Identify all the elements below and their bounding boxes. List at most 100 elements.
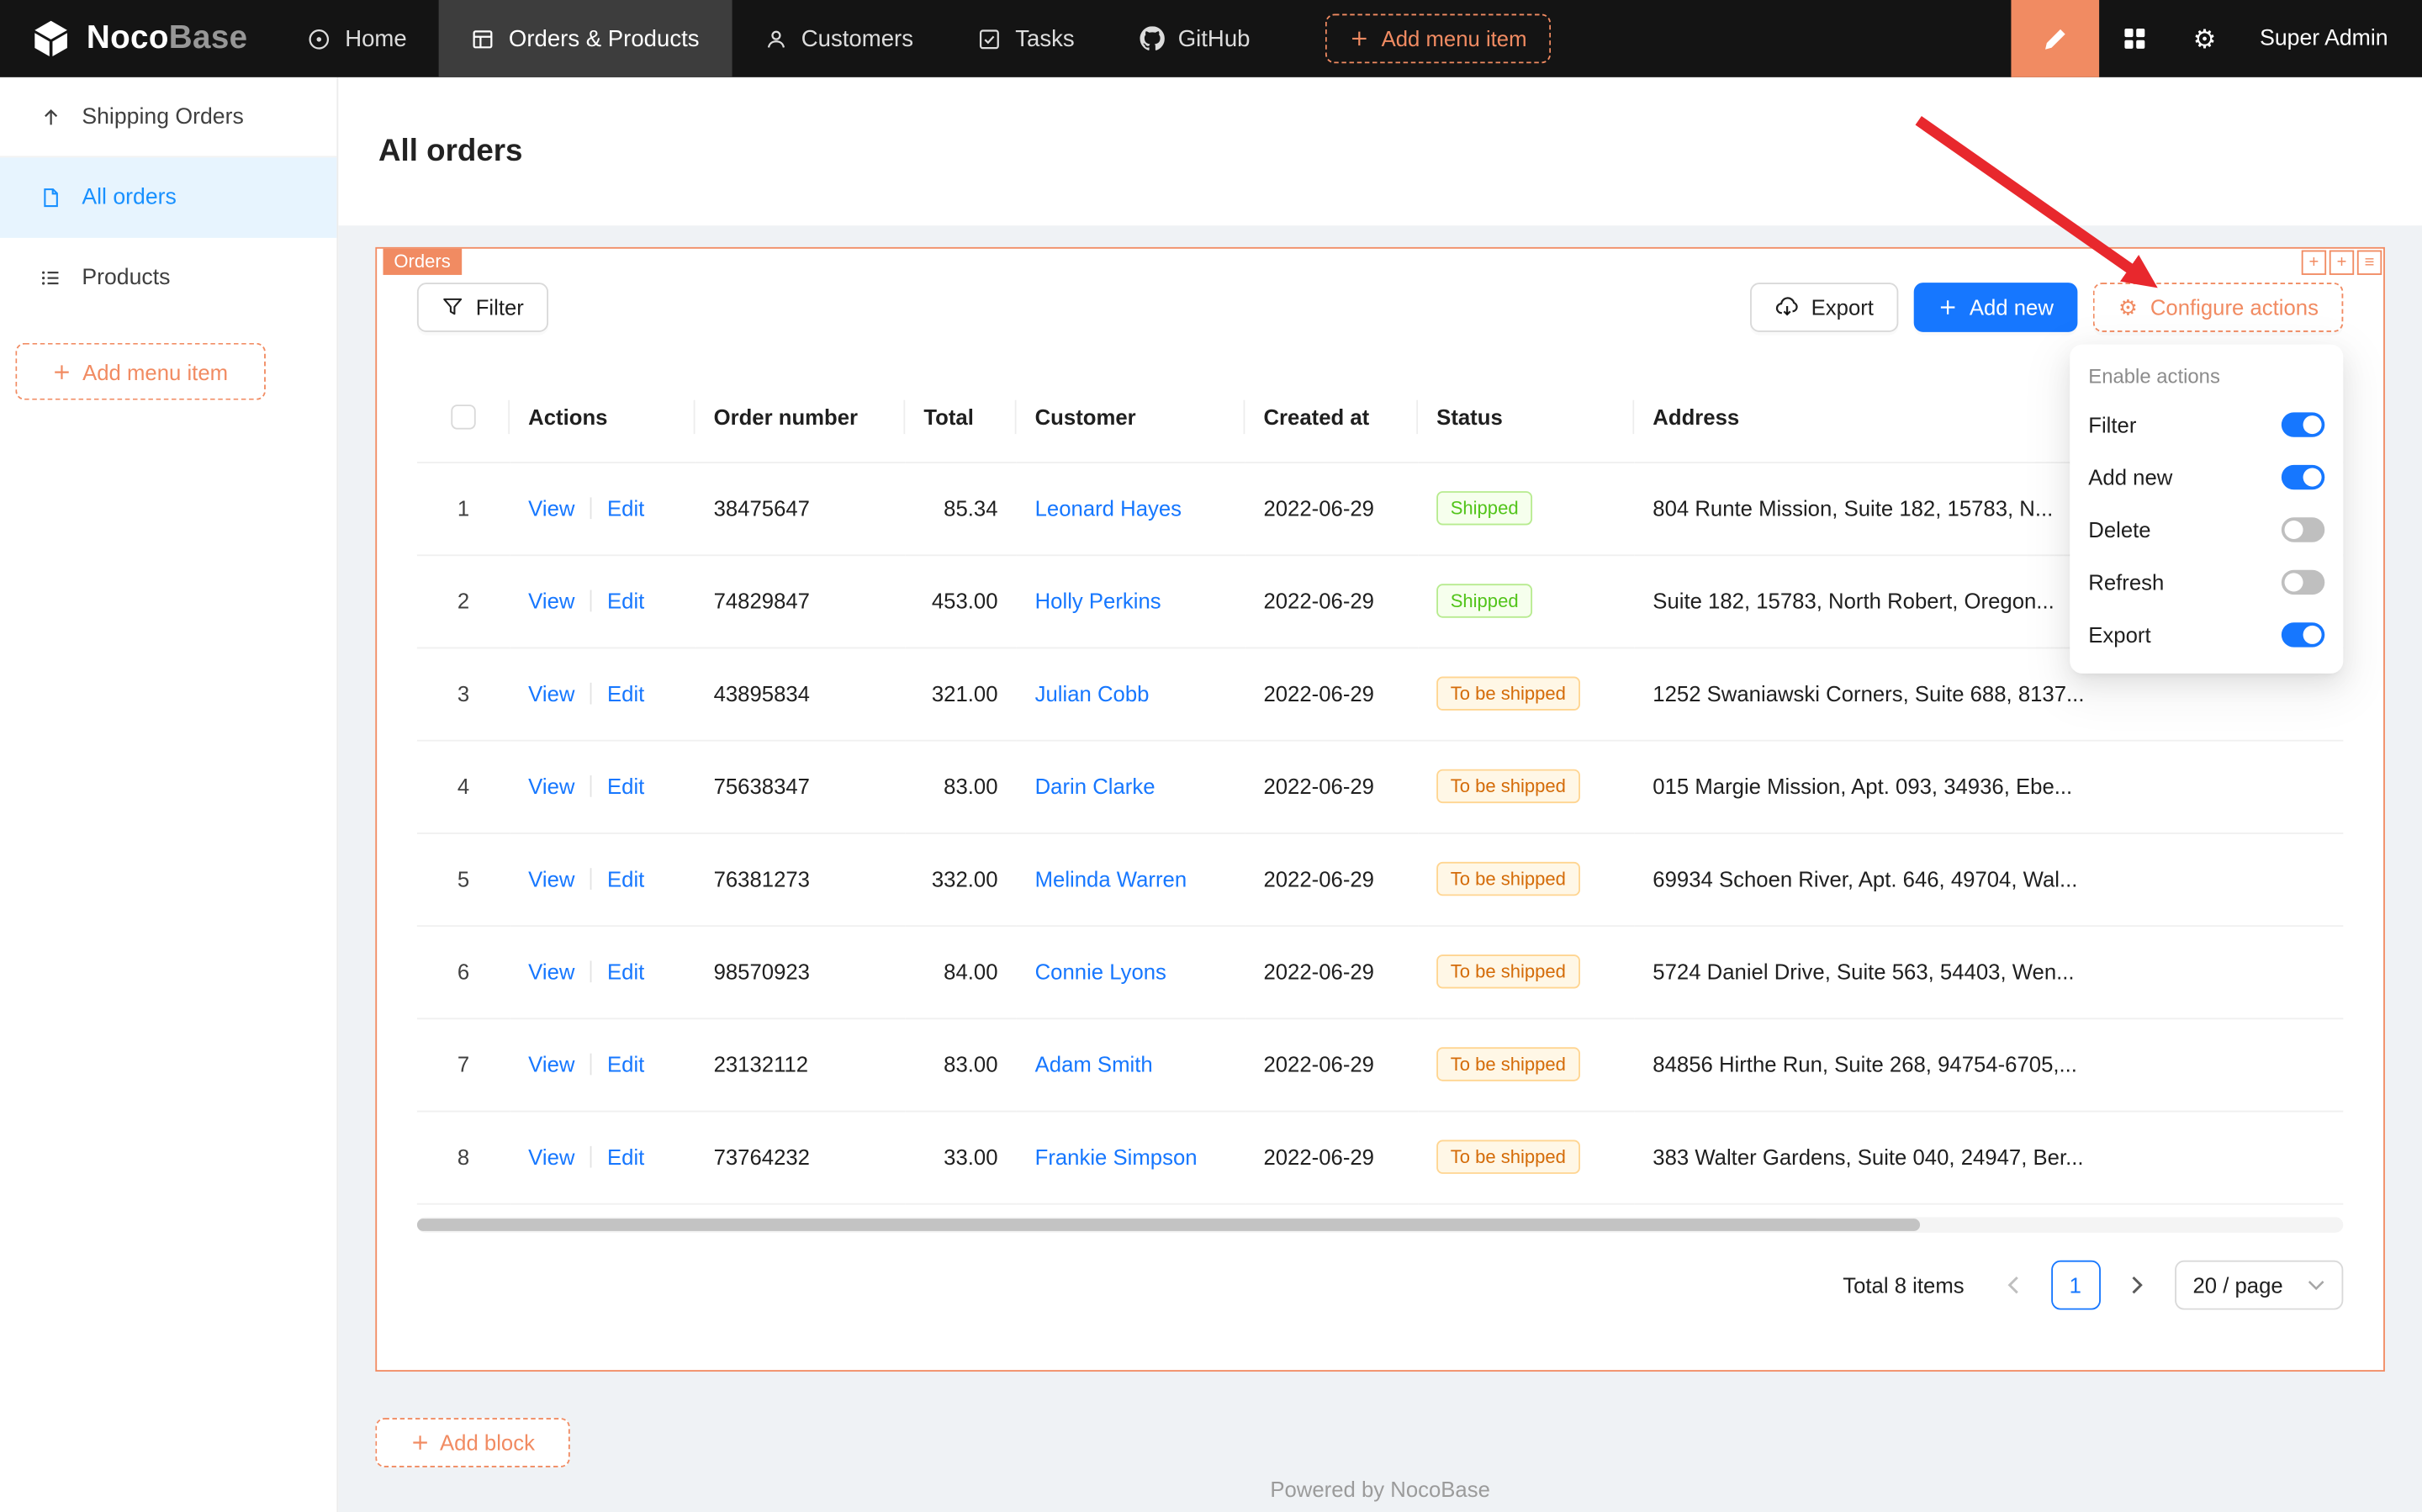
customer-link[interactable]: Frankie Simpson [1035,1145,1198,1169]
toggle-switch[interactable] [2282,570,2324,595]
row-created-at: 2022-06-29 [1245,554,1418,647]
page-size-select[interactable]: 20 / page [2174,1260,2343,1309]
configure-actions-button[interactable]: ⚙ Configure actions [2094,283,2344,332]
view-link[interactable]: View [528,496,574,521]
block-menu-icon[interactable]: ≡ [2357,251,2382,275]
home-icon [308,27,331,50]
edit-link[interactable]: Edit [607,589,644,613]
view-link[interactable]: View [528,960,574,984]
enable-action-item-refresh[interactable]: Refresh [2070,556,2343,608]
sidebar-item-all-orders[interactable]: All orders [0,157,336,238]
list-icon [40,267,62,289]
edit-link[interactable]: Edit [607,1145,644,1169]
block-add-field-icon[interactable]: + [2302,251,2326,275]
enable-action-item-filter[interactable]: Filter [2070,399,2343,451]
customer-link[interactable]: Darin Clarke [1035,774,1155,798]
row-order-number: 38475647 [695,462,906,554]
edit-link[interactable]: Edit [607,1052,644,1076]
edit-link[interactable]: Edit [607,960,644,984]
nav-item-home[interactable]: Home [276,0,440,77]
nav-item-github[interactable]: GitHub [1107,0,1282,77]
block-initializer-icon[interactable]: + [2329,251,2354,275]
edit-link[interactable]: Edit [607,774,644,798]
row-order-number: 23132112 [695,1018,906,1110]
add-menu-item-label: Add menu item [1382,26,1527,50]
nav-item-customers[interactable]: Customers [732,0,945,77]
enable-action-label: Refresh [2088,570,2164,595]
select-all-checkbox[interactable] [451,405,475,430]
status-badge: To be shipped [1436,769,1579,803]
horizontal-scrollbar-thumb[interactable] [417,1218,1920,1230]
customer-link[interactable]: Adam Smith [1035,1052,1153,1076]
action-divider [590,960,592,982]
customer-link[interactable]: Leonard Hayes [1035,496,1182,521]
table-row: 2ViewEdit74829847453.00Holly Perkins2022… [417,554,2343,647]
row-actions: View Edit [510,833,695,925]
sidebar: Shipping Orders All orders Products Add … [0,77,338,1512]
customer-link[interactable]: Melinda Warren [1035,866,1187,891]
orders-table-block: Orders + + ≡ Filter [375,247,2385,1372]
sidebar-item-label: Shipping Orders [82,104,243,129]
view-link[interactable]: View [528,1052,574,1076]
add-new-button[interactable]: Add new [1914,283,2079,332]
add-block-button[interactable]: Add block [375,1418,569,1467]
screen: NocoBase Home Orders & Products Customer… [0,0,2422,1512]
ui-editor-toggle-button[interactable] [2011,0,2099,77]
sidebar-item-products[interactable]: Products [0,238,336,319]
grid-icon [2122,26,2146,50]
enable-actions-dropdown: Enable actions FilterAdd newDeleteRefres… [2070,345,2343,674]
column-header-status: Status [1418,373,1634,463]
settings-button[interactable]: ⚙ [2193,25,2217,51]
sidebar-add-menu-item-button[interactable]: Add menu item [15,343,266,400]
table-row: 8ViewEdit7376423233.00Frankie Simpson202… [417,1111,2343,1203]
orders-table-body: 1ViewEdit3847564785.34Leonard Hayes2022-… [417,462,2343,1203]
navbar-add-menu-item-button[interactable]: Add menu item [1325,14,1551,64]
view-link[interactable]: View [528,866,574,891]
sidebar-item-shipping-orders[interactable]: Shipping Orders [0,77,336,158]
pagination-page-1[interactable]: 1 [2050,1260,2100,1309]
file-icon [40,187,62,209]
filter-button[interactable]: Filter [417,283,548,332]
nav-item-orders-products[interactable]: Orders & Products [439,0,732,77]
row-actions: View Edit [510,1018,695,1110]
edit-link[interactable]: Edit [607,681,644,706]
toggle-switch[interactable] [2282,622,2324,647]
row-customer: Melinda Warren [1017,833,1245,925]
plugin-manager-button[interactable] [2122,26,2146,50]
main-menu: Home Orders & Products Customers Tasks [276,0,1282,77]
view-link[interactable]: View [528,681,574,706]
nocobase-logo[interactable]: NocoBase [0,19,276,59]
table-row: 5ViewEdit76381273332.00Melinda Warren202… [417,833,2343,925]
view-link[interactable]: View [528,774,574,798]
table-row: 3ViewEdit43895834321.00Julian Cobb2022-0… [417,648,2343,740]
enable-action-item-export[interactable]: Export [2070,609,2343,661]
configure-actions-label: Configure actions [2150,295,2319,320]
edit-link[interactable]: Edit [607,496,644,521]
row-actions: View Edit [510,648,695,740]
view-link[interactable]: View [528,589,574,613]
chevron-right-icon [2130,1275,2144,1293]
enable-action-label: Export [2088,622,2150,647]
gear-icon: ⚙ [2118,294,2138,320]
pagination-prev-button[interactable] [1989,1260,2039,1309]
pagination-next-button[interactable] [2113,1260,2162,1309]
toggle-switch[interactable] [2282,465,2324,489]
customer-link[interactable]: Holly Perkins [1035,589,1161,613]
customer-link[interactable]: Julian Cobb [1035,681,1150,706]
toggle-switch[interactable] [2282,517,2324,542]
row-actions: View Edit [510,1111,695,1203]
user-menu[interactable]: Super Admin [2260,26,2388,50]
enable-action-item-delete[interactable]: Delete [2070,504,2343,556]
nav-item-label: Orders & Products [509,25,700,51]
row-order-number: 73764232 [695,1111,906,1203]
customer-link[interactable]: Connie Lyons [1035,960,1166,984]
action-divider [590,1146,592,1168]
export-button[interactable]: Export [1749,283,1898,332]
nav-item-tasks[interactable]: Tasks [946,0,1108,77]
table-toolbar: Filter Export Add new ⚙ [417,249,2343,332]
action-divider [590,590,592,612]
edit-link[interactable]: Edit [607,866,644,891]
view-link[interactable]: View [528,1145,574,1169]
toggle-switch[interactable] [2282,412,2324,436]
enable-action-item-add-new[interactable]: Add new [2070,451,2343,503]
